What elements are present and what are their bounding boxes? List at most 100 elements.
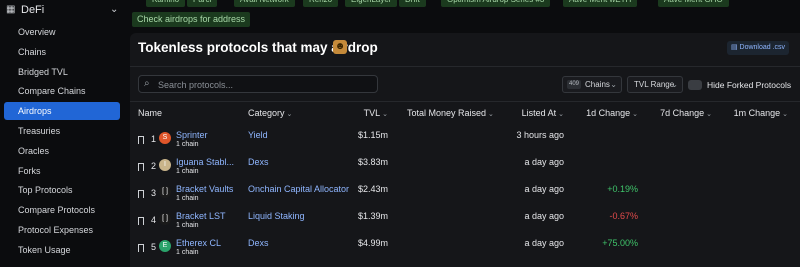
top-chip[interactable]: Kamino	[146, 0, 186, 7]
change-1d-value: +0.19%	[607, 184, 638, 194]
sidebar-item-token-usage[interactable]: Token Usage	[4, 241, 120, 259]
column-header-tvl[interactable]: TVL ⌄	[320, 108, 388, 118]
protocol-name-link[interactable]: Etherex CL	[176, 238, 221, 248]
sidebar-item-compare-protocols[interactable]: Compare Protocols	[4, 201, 120, 219]
category-link[interactable]: Liquid Staking	[248, 211, 305, 222]
bookmark-icon[interactable]	[138, 217, 144, 225]
search-box[interactable]: ⌕	[138, 75, 378, 94]
protocol-name-link[interactable]: Bracket LST	[176, 211, 226, 221]
protocol-chain-count: 1 chain	[176, 141, 199, 148]
chart-icon: ▦	[6, 4, 16, 15]
hide-forked-toggle[interactable]: Hide Forked Protocols	[688, 79, 791, 91]
chevron-down-icon: ⌄	[558, 111, 564, 118]
tvl-range-label: TVL Range	[634, 80, 675, 89]
tvl-range-button[interactable]: TVL Range ⌄	[627, 76, 683, 93]
listed-at-value: a day ago	[524, 238, 564, 248]
column-header-name[interactable]: Name	[138, 108, 162, 118]
protocol-chain-count: 1 chain	[176, 249, 199, 256]
protocol-logo-icon: E	[159, 240, 171, 252]
top-chip[interactable]: Drift	[399, 0, 426, 7]
search-input[interactable]	[156, 76, 375, 94]
top-chip[interactable]: EigenLayer	[345, 0, 398, 7]
download-label: Download .csv	[739, 44, 786, 51]
bookmark-icon[interactable]	[138, 163, 144, 171]
top-chip[interactable]: Aave Merit GHO	[658, 0, 729, 7]
column-header-1d-change[interactable]: 1d Change ⌄	[570, 108, 638, 118]
chevron-down-icon: ⌄	[706, 111, 712, 118]
bookmark-icon[interactable]	[138, 244, 144, 252]
top-chip[interactable]: Optimism Airdrop Series #3	[441, 0, 551, 7]
chains-filter-button[interactable]: 409 Chains ⌄	[562, 76, 622, 93]
search-icon: ⌕	[144, 78, 150, 89]
table-row[interactable]: 3[ ] Bracket Vaults 1 chain Onchain Capital…	[130, 184, 800, 210]
sidebar-item-bridged-tvl[interactable]: Bridged TVL	[4, 63, 120, 81]
protocol-chain-count: 1 chain	[176, 222, 199, 229]
download-csv-button[interactable]: ▤ Download .csv	[727, 41, 789, 55]
protocol-logo-icon: [ ]	[159, 186, 171, 198]
chevron-down-icon: ⌄	[671, 80, 678, 89]
sidebar: ▦ DeFi ⌄ Overview Chains Bridged TVL Compar…	[0, 0, 128, 267]
chevron-down-icon: ⌄	[632, 111, 638, 118]
top-chip[interactable]: Avail Network	[234, 0, 295, 7]
listed-at-value: 3 hours ago	[516, 130, 564, 140]
sidebar-item-overview[interactable]: Overview	[4, 23, 120, 41]
change-1d-value: +75.00%	[602, 238, 638, 248]
protocol-name-link[interactable]: Bracket Vaults	[176, 184, 233, 194]
row-rank: 4	[151, 215, 157, 225]
chevron-down-icon: ⌄	[110, 4, 119, 15]
check-airdrops-button[interactable]: Check airdrops for address	[132, 12, 251, 27]
chevron-down-icon: ⌄	[488, 111, 494, 118]
top-chip[interactable]: Renzo	[303, 0, 339, 7]
top-chip[interactable]: Aave Merit wETH	[563, 0, 638, 7]
table-row[interactable]: 5 E Etherex CL 1 chain Dexs $4.99m a day ago +7…	[130, 238, 800, 264]
protocol-chain-count: 1 chain	[176, 168, 199, 175]
column-header-listed-at[interactable]: Listed At ⌄	[496, 108, 564, 118]
tvl-value: $4.99m	[357, 238, 388, 248]
chains-filter-label: Chains	[585, 80, 610, 89]
column-header-total-money-raised[interactable]: Total Money Raised ⌄	[407, 108, 494, 118]
category-link[interactable]: Dexs	[248, 157, 269, 168]
protocol-name-link[interactable]: Sprinter	[176, 130, 208, 140]
farmer-emoji-icon: ☻	[333, 40, 347, 54]
divider	[130, 66, 800, 67]
table-row[interactable]: 4[ ] Bracket LST 1 chain Liquid Staking $1.3…	[130, 211, 800, 237]
sidebar-item-top-protocols[interactable]: Top Protocols	[4, 181, 120, 199]
protocol-chain-count: 1 chain	[176, 195, 199, 202]
row-rank: 3	[151, 188, 157, 198]
airdrops-panel: Tokenless protocols that may airdrop ☻ ▤…	[130, 33, 800, 267]
sidebar-item-compare-chains[interactable]: Compare Chains	[4, 82, 120, 100]
category-link[interactable]: Yield	[248, 130, 268, 141]
tvl-value: $3.83m	[357, 157, 388, 167]
divider	[130, 101, 800, 102]
sidebar-item-chains[interactable]: Chains	[4, 43, 120, 61]
listed-at-value: a day ago	[524, 157, 564, 167]
hide-forked-label: Hide Forked Protocols	[707, 80, 792, 90]
sidebar-section-defi[interactable]: ▦ DeFi ⌄	[6, 2, 124, 18]
table-row[interactable]: 1 S Sprinter 1 chain Yield $1.15m 3 hours ago	[130, 130, 800, 156]
column-header-7d-change[interactable]: 7d Change ⌄	[644, 108, 712, 118]
sidebar-item-oracles[interactable]: Oracles	[4, 142, 120, 160]
table-row[interactable]: 2 I Iguana Stabl... 1 chain Dexs $3.83m a day …	[130, 157, 800, 183]
bookmark-icon[interactable]	[138, 190, 144, 198]
sidebar-item-forks[interactable]: Forks	[4, 162, 120, 180]
toggle-switch[interactable]	[688, 80, 702, 90]
chevron-down-icon: ⌄	[610, 80, 617, 89]
chevron-down-icon: ⌄	[382, 111, 388, 118]
sidebar-item-airdrops[interactable]: Airdrops	[4, 102, 120, 121]
sidebar-item-protocol-expenses[interactable]: Protocol Expenses	[4, 221, 120, 239]
column-header-1m-change[interactable]: 1m Change ⌄	[720, 108, 788, 118]
bookmark-icon[interactable]	[138, 136, 144, 144]
tvl-value: $2.43m	[357, 184, 388, 194]
protocol-logo-icon: I	[159, 159, 171, 171]
chevron-down-icon: ⌄	[286, 111, 293, 118]
column-header-category[interactable]: Category ⌄	[248, 108, 292, 118]
chains-count-badge: 409	[567, 80, 582, 89]
top-chip[interactable]: Parcl	[187, 0, 218, 7]
protocol-name-link[interactable]: Iguana Stabl...	[176, 157, 234, 167]
sidebar-item-treasuries[interactable]: Treasuries	[4, 122, 120, 140]
category-link[interactable]: Dexs	[248, 238, 269, 249]
change-1d-value: -0.67%	[609, 211, 638, 221]
sidebar-section-label: DeFi	[21, 4, 45, 16]
listed-at-value: a day ago	[524, 184, 564, 194]
chevron-down-icon: ⌄	[782, 111, 788, 118]
